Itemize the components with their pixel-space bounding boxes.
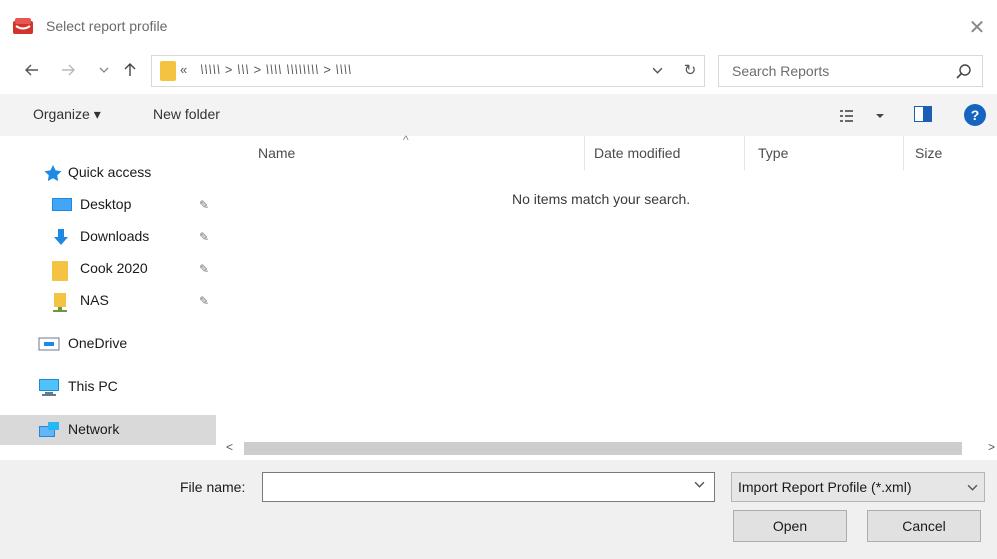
nav-label-desktop: Desktop (80, 196, 132, 212)
empty-state-message: No items match your search. (512, 191, 691, 207)
pin-icon: ✎ (199, 198, 210, 212)
cancel-button[interactable]: Cancel (867, 510, 981, 542)
column-divider[interactable] (744, 136, 745, 170)
nav-label-quick-access: Quick access (68, 164, 152, 180)
nav-item-desktop[interactable]: Desktop ✎ (0, 190, 216, 220)
nav-label-downloads: Downloads (80, 228, 150, 244)
star-icon (44, 165, 62, 182)
address-bar[interactable]: « \\\\\ > \\\ > \\\\ \\\\\\\\ > \\\\ ↻ (151, 55, 705, 87)
pin-icon: ✎ (199, 230, 210, 244)
nav-label-cook-2020: Cook 2020 (80, 260, 148, 276)
refresh-icon[interactable]: ↻ (679, 59, 701, 83)
recent-locations-chevron-icon[interactable] (92, 58, 116, 82)
command-toolbar: Organize ▾ New folder ? (0, 94, 997, 136)
up-arrow-icon[interactable] (118, 58, 142, 82)
help-icon[interactable]: ? (964, 104, 986, 126)
nav-item-quick-access[interactable]: Quick access (0, 158, 216, 188)
column-header-name[interactable]: Name (258, 145, 295, 161)
scrollbar-thumb[interactable] (244, 442, 962, 455)
search-placeholder: Search Reports (732, 63, 830, 79)
forward-arrow-icon[interactable] (56, 58, 80, 82)
change-view-button[interactable] (838, 105, 888, 127)
chevron-down-icon (967, 479, 978, 496)
desktop-icon (52, 197, 72, 213)
navigation-pane: Quick access Desktop ✎ Downloads ✎ Cook … (0, 136, 220, 460)
search-icon[interactable] (953, 62, 975, 82)
preview-pane-icon-fill (923, 107, 931, 121)
address-path[interactable]: \\\\\ > \\\ > \\\\ \\\\\\\\ > \\\\ (200, 62, 352, 77)
search-input[interactable]: Search Reports (718, 55, 983, 87)
folder-icon (160, 61, 176, 81)
dialog-footer: File name: Import Report Profile (*.xml)… (0, 460, 997, 559)
nav-label-network: Network (68, 421, 120, 437)
new-folder-button[interactable]: New folder (153, 106, 220, 122)
sort-ascending-icon: ^ (403, 133, 409, 147)
nav-item-this-pc[interactable]: This PC (0, 372, 216, 402)
column-header-size[interactable]: Size (915, 145, 942, 161)
scroll-left-icon[interactable]: < (226, 440, 233, 454)
scroll-right-icon[interactable]: > (988, 440, 995, 454)
file-name-input[interactable] (262, 472, 715, 502)
close-icon[interactable]: ✕ (962, 13, 992, 43)
onedrive-icon (38, 336, 60, 352)
open-button[interactable]: Open (733, 510, 847, 542)
nav-label-nas: NAS (80, 292, 109, 308)
network-icon (38, 422, 59, 438)
column-header-date-modified[interactable]: Date modified (594, 145, 680, 161)
nav-item-cook-2020[interactable]: Cook 2020 ✎ (0, 254, 216, 284)
nav-item-network[interactable]: Network (0, 415, 216, 445)
nav-item-onedrive[interactable]: OneDrive (0, 329, 216, 359)
pin-icon: ✎ (199, 262, 210, 276)
horizontal-scrollbar[interactable]: < > (220, 437, 997, 459)
file-name-label: File name: (180, 479, 246, 495)
nav-item-downloads[interactable]: Downloads ✎ (0, 222, 216, 252)
nas-drive-icon (52, 293, 70, 312)
nav-label-onedrive: OneDrive (68, 335, 128, 351)
file-name-dropdown-icon[interactable] (694, 479, 705, 493)
nav-label-this-pc: This PC (68, 378, 118, 394)
column-divider[interactable] (584, 136, 585, 170)
title-bar: Select report profile ✕ (0, 0, 997, 56)
path-overflow-chevron[interactable]: « (180, 62, 187, 77)
back-arrow-icon[interactable] (20, 58, 44, 82)
file-type-select[interactable]: Import Report Profile (*.xml) (731, 472, 985, 502)
app-logo-icon (12, 17, 34, 35)
organize-button[interactable]: Organize ▾ (33, 106, 101, 123)
column-divider[interactable] (903, 136, 904, 170)
folder-icon (52, 261, 70, 281)
window-title: Select report profile (46, 18, 168, 34)
preview-pane-icon[interactable] (914, 106, 932, 122)
downloads-icon (52, 229, 70, 245)
file-type-selected: Import Report Profile (*.xml) (738, 479, 912, 495)
column-header-type[interactable]: Type (758, 145, 788, 161)
computer-icon (38, 379, 59, 396)
nav-item-nas[interactable]: NAS ✎ (0, 286, 216, 316)
address-dropdown-icon[interactable] (652, 62, 663, 79)
pin-icon: ✎ (199, 294, 210, 308)
file-list-pane[interactable]: ^ Name Date modified Type Size No items … (220, 133, 997, 460)
